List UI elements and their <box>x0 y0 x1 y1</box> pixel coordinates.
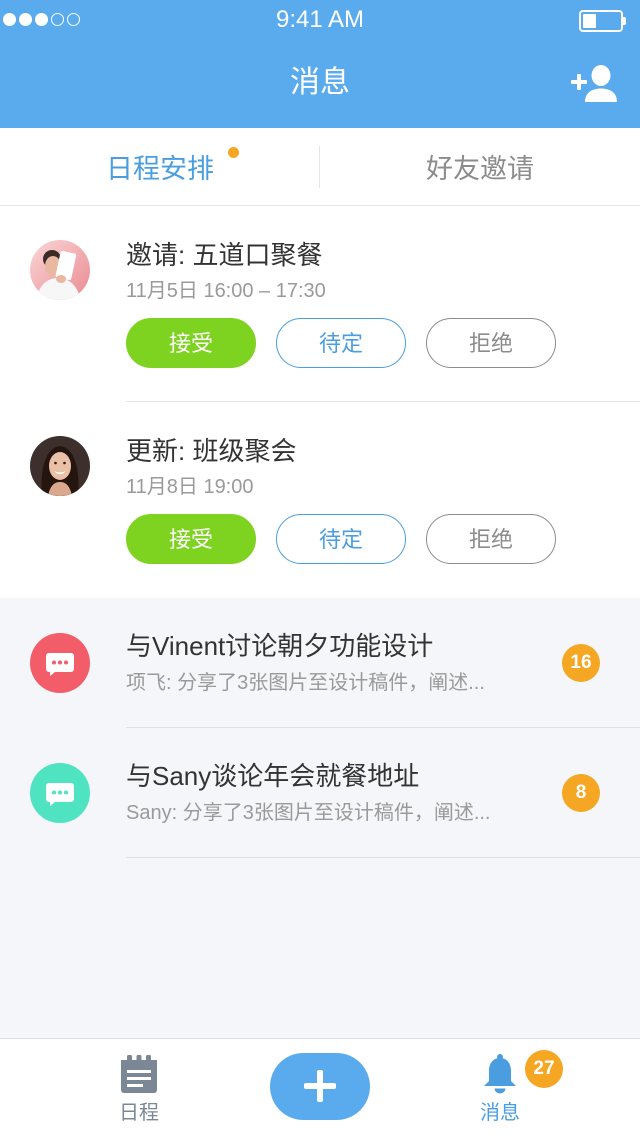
signal-dot <box>19 13 32 26</box>
tab-bar: 日程 消息 27 <box>0 1038 640 1136</box>
add-user-icon <box>571 65 617 102</box>
invitation-time: 11月5日 16:00 – 17:30 <box>126 280 326 302</box>
avatar <box>30 240 90 300</box>
messages-screen: 9:41 AM 消息 日程安排 好友邀请 邀请: 五道口聚餐 11月5日 16:… <box>0 0 640 1136</box>
invitation-item[interactable]: 更新: 班级聚会 11月8日 19:00 接受 待定 拒绝 <box>0 402 640 598</box>
calendar-icon <box>119 1053 159 1095</box>
accept-button[interactable]: 接受 <box>126 318 256 368</box>
unread-badge: 16 <box>562 644 600 682</box>
battery-level-fill <box>583 14 596 28</box>
invitation-time: 11月8日 19:00 <box>126 476 254 498</box>
tab-label: 日程安排 <box>106 154 214 184</box>
conversation-title: 与Vinent讨论朝夕功能设计 <box>126 631 434 661</box>
conversation-item[interactable]: 与Vinent讨论朝夕功能设计 项飞: 分享了3张图片至设计稿件，阐述... 1… <box>0 598 640 728</box>
invitation-title: 更新: 班级聚会 <box>126 436 297 466</box>
signal-dot <box>67 13 80 26</box>
conversation-preview: 项飞: 分享了3张图片至设计稿件，阐述... <box>126 672 485 694</box>
notification-badge: 27 <box>525 1050 563 1088</box>
page-title: 消息 <box>290 66 350 99</box>
battery-body <box>579 10 623 32</box>
tab-schedule[interactable]: 日程 <box>79 1039 199 1136</box>
divider <box>126 857 640 858</box>
conversation-list: 与Vinent讨论朝夕功能设计 项飞: 分享了3张图片至设计稿件，阐述... 1… <box>0 598 640 1038</box>
pending-button[interactable]: 待定 <box>276 514 406 564</box>
segment-tabs: 日程安排 好友邀请 <box>0 128 640 206</box>
status-time: 9:41 AM <box>275 6 365 33</box>
invitation-title: 邀请: 五道口聚餐 <box>126 240 323 270</box>
status-bar: 9:41 AM <box>0 0 640 40</box>
compose-button[interactable] <box>270 1053 370 1120</box>
unread-badge: 8 <box>562 774 600 812</box>
signal-dot <box>35 13 48 26</box>
chat-bubble-icon <box>30 763 90 823</box>
decline-button[interactable]: 拒绝 <box>426 514 556 564</box>
signal-dot <box>3 13 16 26</box>
add-friend-button[interactable] <box>570 64 620 104</box>
header: 9:41 AM 消息 <box>0 0 640 128</box>
invitation-list: 邀请: 五道口聚餐 11月5日 16:00 – 17:30 接受 待定 拒绝 更… <box>0 206 640 598</box>
battery-icon <box>579 10 627 32</box>
bell-icon <box>480 1053 520 1095</box>
conversation-preview: Sany: 分享了3张图片至设计稿件，阐述... <box>126 802 491 824</box>
signal-dot <box>51 13 64 26</box>
tab-label: 好友邀请 <box>426 154 534 184</box>
battery-nub <box>623 17 626 25</box>
invitation-item[interactable]: 邀请: 五道口聚餐 11月5日 16:00 – 17:30 接受 待定 拒绝 <box>0 206 640 402</box>
conversation-title: 与Sany谈论年会就餐地址 <box>126 761 420 791</box>
signal-strength-icon <box>3 13 80 26</box>
conversation-item[interactable]: 与Sany谈论年会就餐地址 Sany: 分享了3张图片至设计稿件，阐述... 8 <box>0 728 640 858</box>
plus-icon <box>304 1070 336 1102</box>
chat-bubble-icon <box>30 633 90 693</box>
tab-schedule-label: 日程 <box>119 1102 159 1124</box>
pending-button[interactable]: 待定 <box>276 318 406 368</box>
unread-dot <box>228 147 239 158</box>
accept-button[interactable]: 接受 <box>126 514 256 564</box>
tab-schedule-arrangement[interactable]: 日程安排 <box>0 128 320 205</box>
avatar <box>30 436 90 496</box>
tab-friend-invites[interactable]: 好友邀请 <box>320 128 640 205</box>
tab-messages-label: 消息 <box>480 1102 520 1124</box>
decline-button[interactable]: 拒绝 <box>426 318 556 368</box>
